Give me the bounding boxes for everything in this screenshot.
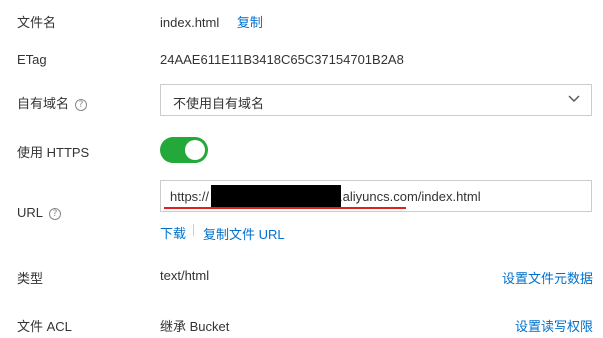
etag-value: 24AAE611E11B3418C65C37154701B2A8 [160, 52, 404, 67]
chevron-down-icon [568, 95, 580, 102]
red-underline-annotation [164, 207, 406, 209]
url-prefix: https:// [170, 189, 210, 204]
set-acl-link[interactable]: 设置读写权限 [515, 316, 593, 335]
custom-domain-select[interactable]: 不使用自有域名 [160, 84, 592, 116]
copy-filename-link[interactable]: 复制 [237, 15, 263, 30]
custom-domain-label: 自有域名 [17, 96, 70, 111]
url-display[interactable]: https:// .aliyuncs.com/index.html [160, 180, 592, 212]
download-link[interactable]: 下载 [160, 223, 186, 242]
https-toggle[interactable] [160, 137, 208, 163]
type-label: 类型 [17, 271, 44, 286]
toggle-knob [185, 140, 205, 160]
filename-value: index.html [160, 15, 220, 30]
filename-label: 文件名 [17, 15, 57, 30]
link-separator [193, 224, 194, 236]
type-value: text/html [160, 268, 210, 283]
custom-domain-label-wrap: 自有域名? [17, 93, 88, 112]
etag-label: ETag [17, 52, 47, 67]
filename-row-value: index.html 复制 [160, 12, 263, 31]
https-label: 使用 HTTPS [17, 145, 90, 160]
set-metadata-link[interactable]: 设置文件元数据 [502, 268, 593, 287]
question-circle-icon[interactable]: ? [49, 208, 62, 220]
acl-value: 继承 Bucket [160, 319, 230, 334]
copy-url-link[interactable]: 复制文件 URL [203, 224, 285, 243]
url-label: URL [17, 205, 44, 220]
custom-domain-selected: 不使用自有域名 [173, 96, 265, 111]
url-label-wrap: URL? [17, 205, 62, 220]
url-suffix: .aliyuncs.com/index.html [339, 189, 481, 204]
acl-label: 文件 ACL [17, 319, 72, 334]
question-circle-icon[interactable]: ? [75, 99, 88, 111]
redaction-block [211, 185, 341, 207]
